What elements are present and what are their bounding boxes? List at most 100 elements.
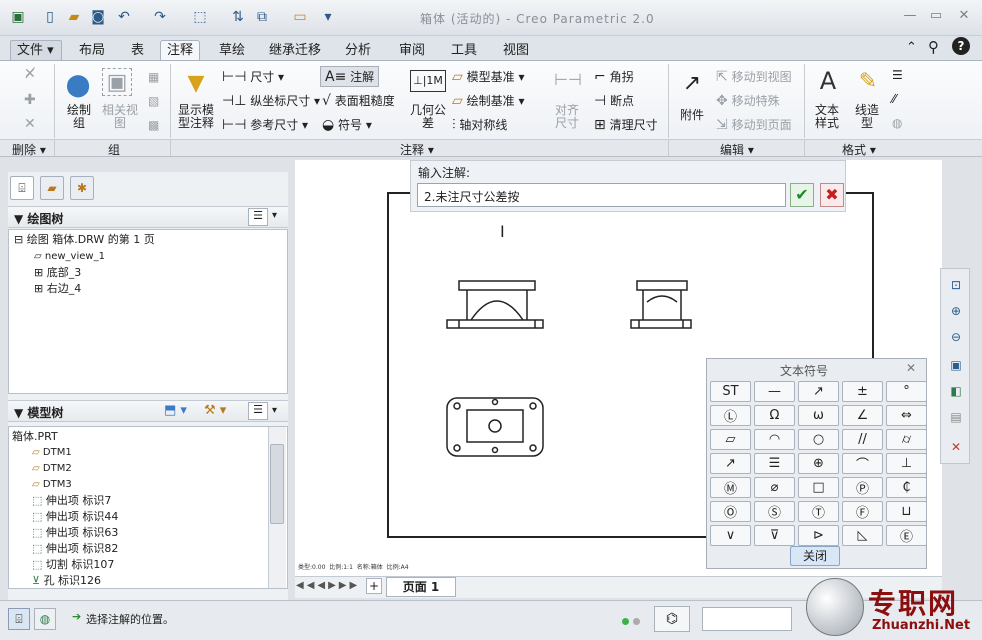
delete-group-label[interactable]: 删除 ▾: [12, 141, 46, 158]
close-window-icon[interactable]: ✕: [954, 8, 974, 26]
model-tree-item[interactable]: ▱ DTM2: [32, 461, 72, 477]
tab-annotate[interactable]: 注释: [160, 40, 201, 62]
geometric-tolerance-button[interactable]: 几何公差: [410, 104, 446, 130]
repaint-icon[interactable]: ▣: [945, 355, 967, 375]
move-to-page-button[interactable]: ⇲ 移动到页面: [716, 116, 792, 133]
model-tree-item[interactable]: ▱ DTM3: [32, 477, 72, 493]
symbol-button[interactable]: ⊕: [798, 453, 839, 474]
edit-group-label[interactable]: 编辑 ▾: [720, 141, 754, 158]
tab-view[interactable]: 视图: [496, 40, 536, 61]
cancel-x-icon[interactable]: ✖: [820, 183, 844, 207]
annotation-group-label[interactable]: 注释 ▾: [400, 141, 434, 158]
tab-analysis[interactable]: 分析: [338, 40, 378, 61]
symbol-button[interactable]: ST: [710, 381, 751, 402]
model-tree-tools-icon[interactable]: ⚒ ▾: [204, 403, 226, 418]
accept-check-icon[interactable]: ✔: [790, 183, 814, 207]
tab-tools[interactable]: 工具: [444, 40, 484, 61]
drawing-tree-item[interactable]: ⊞ 右边_4: [34, 281, 81, 297]
symbol-button[interactable]: ₵: [886, 477, 927, 498]
tree-tab-icon[interactable]: ⌹: [10, 176, 34, 200]
model-tree-item[interactable]: ▱ DTM1: [32, 445, 72, 461]
folder-browser-tab-icon[interactable]: ▰: [40, 176, 64, 200]
symbol-button[interactable]: Ⓣ: [798, 501, 839, 522]
drawing-tree-item[interactable]: ⊟ 绘图 箱体.DRW 的第 1 页: [14, 232, 155, 248]
symbol-button[interactable]: ±: [842, 381, 883, 402]
drawing-tree-settings-icon[interactable]: ☰: [248, 208, 268, 226]
navigator-toggle-icon[interactable]: ⌹: [8, 608, 30, 630]
symbol-button[interactable]: ∠: [842, 405, 883, 426]
symbol-button[interactable]: —: [754, 381, 795, 402]
symbol-button[interactable]: Ω: [754, 405, 795, 426]
add-page-button[interactable]: +: [366, 578, 382, 594]
search-icon[interactable]: ⚲: [928, 38, 939, 56]
group-tool-2-icon[interactable]: ▧: [148, 94, 159, 108]
symbol-palette-close-button[interactable]: 关闭: [790, 546, 840, 566]
symbol-button[interactable]: ◒ 符号 ▾: [322, 116, 372, 133]
symbol-button[interactable]: ⇔: [886, 405, 927, 426]
surface-finish-button[interactable]: √ 表面粗糙度: [322, 92, 395, 109]
symbol-button[interactable]: °: [886, 381, 927, 402]
select-box-icon[interactable]: ⬚: [190, 7, 210, 27]
open-file-icon[interactable]: ▰: [64, 7, 84, 27]
maximize-icon[interactable]: ▭: [926, 8, 946, 26]
tab-sketch[interactable]: 草绘: [212, 40, 252, 61]
symbol-button[interactable]: ⊔: [886, 501, 927, 522]
format-tool-3-icon[interactable]: ◍: [892, 116, 902, 130]
tab-legacy-migration[interactable]: 继承迁移: [262, 40, 328, 61]
tab-table[interactable]: 表: [124, 40, 151, 61]
draw-group-button[interactable]: 绘制组: [66, 104, 92, 130]
symbol-button[interactable]: ◠: [754, 429, 795, 450]
symbol-button[interactable]: Ⓕ: [842, 501, 883, 522]
symbol-button[interactable]: ⊳: [798, 525, 839, 546]
move-to-view-button[interactable]: ⇱ 移动到视图: [716, 68, 792, 85]
attachment-button[interactable]: 附件: [680, 106, 704, 123]
symbol-button[interactable]: Ⓢ: [754, 501, 795, 522]
model-tree-item[interactable]: ⬚ 伸出项 标识44: [32, 509, 118, 525]
model-tree-item[interactable]: ⊻ 孔 标识126: [32, 573, 101, 589]
delete-icon[interactable]: ✕̸: [24, 66, 36, 82]
symbol-button[interactable]: Ⓟ: [842, 477, 883, 498]
reference-dimension-button[interactable]: ⊢⊣ 参考尺寸 ▾: [222, 116, 308, 133]
related-view-button[interactable]: 相关视图: [102, 104, 138, 130]
delete-view-icon[interactable]: ✚: [24, 92, 36, 108]
breakpoint-button[interactable]: ⊣ 断点: [594, 92, 634, 109]
symbol-button[interactable]: ⌀: [754, 477, 795, 498]
zoom-in-icon[interactable]: ⊕: [945, 301, 967, 321]
symbol-button[interactable]: ☰: [754, 453, 795, 474]
symbol-palette-close-icon[interactable]: ✕: [906, 361, 916, 375]
customize-qa-icon[interactable]: ▾: [318, 7, 338, 27]
group-tool-3-icon[interactable]: ▩: [148, 118, 159, 132]
symbol-button[interactable]: ω: [798, 405, 839, 426]
erase-icon[interactable]: ✕: [24, 116, 36, 132]
model-tree-settings-icon[interactable]: ☰: [248, 402, 268, 420]
tab-layout[interactable]: 布局: [72, 40, 112, 61]
drawing-tree-item[interactable]: ▱ new_view_1: [34, 249, 105, 265]
model-tree-root[interactable]: 箱体.PRT: [12, 429, 58, 445]
ordinate-dimension-button[interactable]: ⊣⊥ 纵坐标尺寸 ▾: [222, 92, 320, 109]
symbol-button[interactable]: ⌭: [886, 429, 927, 450]
tab-review[interactable]: 审阅: [392, 40, 432, 61]
format-tool-2-icon[interactable]: ⁄⁄: [892, 92, 896, 106]
model-tree-title[interactable]: ▼ 模型树: [14, 404, 63, 421]
datum-display-icon[interactable]: ✕: [945, 437, 967, 457]
tab-file[interactable]: 文件 ▾: [10, 40, 62, 61]
drawing-tree-settings-dropdown-icon[interactable]: ▾: [272, 210, 277, 221]
annotation-display-icon[interactable]: ▤: [945, 407, 967, 427]
windows-icon[interactable]: ⧉: [252, 7, 272, 27]
refit-icon[interactable]: ⊡: [945, 275, 967, 295]
model-tree-item[interactable]: ⬚ 伸出项 标识63: [32, 525, 118, 541]
symbol-button[interactable]: ↗: [710, 453, 751, 474]
browser-toggle-icon[interactable]: ◍: [34, 608, 56, 630]
new-file-icon[interactable]: ▯: [40, 7, 60, 27]
draw-datum-button[interactable]: ▱ 绘制基准 ▾: [452, 92, 524, 109]
move-special-button[interactable]: ✥ 移动特殊: [716, 92, 780, 109]
zoom-out-icon[interactable]: ⊖: [945, 327, 967, 347]
model-tree-settings-dropdown-icon[interactable]: ▾: [272, 405, 277, 416]
selection-filter[interactable]: [702, 607, 792, 631]
folder-icon[interactable]: ▭: [290, 7, 310, 27]
model-tree-item[interactable]: ⬚ 伸出项 标识7: [32, 493, 111, 509]
drawing-tree-title[interactable]: ▼ 绘图树: [14, 210, 63, 227]
symbol-button[interactable]: Ⓞ: [710, 501, 751, 522]
symbol-button[interactable]: ⊽: [754, 525, 795, 546]
symbol-button[interactable]: ○: [798, 429, 839, 450]
